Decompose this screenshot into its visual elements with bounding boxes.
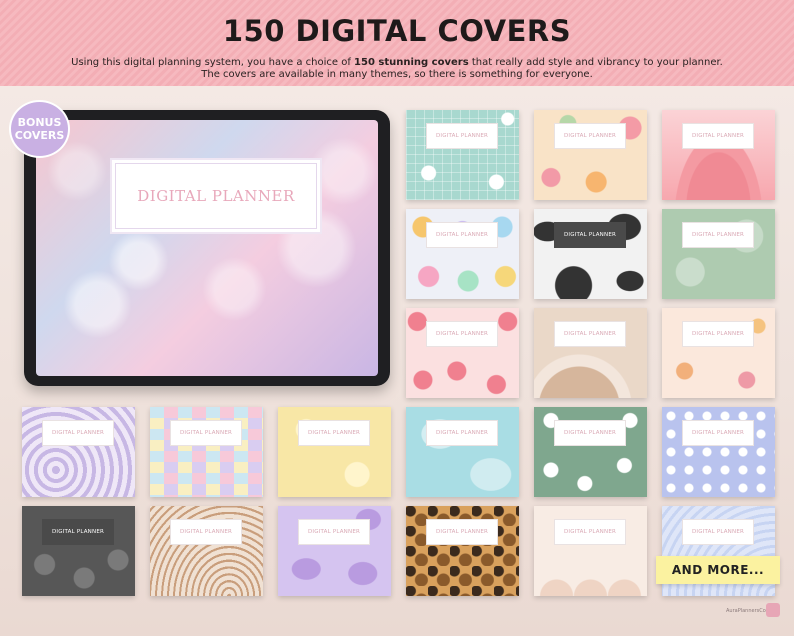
subtitle-line-1: Using this digital planning system, you … xyxy=(71,57,723,68)
cover-peach-floral: DIGITAL PLANNER xyxy=(534,110,647,200)
brand-logo-icon xyxy=(766,603,780,617)
tablet-cover-label: DIGITAL PLANNER xyxy=(110,158,322,234)
tablet-mockup: DIGITAL PLANNER xyxy=(24,110,390,386)
cover-leopard: DIGITAL PLANNER xyxy=(406,506,519,596)
cover-pastel-smileys: DIGITAL PLANNER xyxy=(406,209,519,299)
cover-beige-lines: DIGITAL PLANNER xyxy=(150,506,263,596)
cover-pink-hearts: DIGITAL PLANNER xyxy=(406,308,519,398)
cover-pastel-check: DIGITAL PLANNER xyxy=(150,407,263,497)
cover-blue-flower: DIGITAL PLANNER xyxy=(662,407,775,497)
cover-blush-arches: DIGITAL PLANNER xyxy=(534,506,647,596)
subtitle-line-2: The covers are available in many themes,… xyxy=(201,69,593,80)
cover-lilac-monstera: DIGITAL PLANNER xyxy=(278,506,391,596)
cover-grey-bears: DIGITAL PLANNER xyxy=(22,506,135,596)
cover-boho-leaf: DIGITAL PLANNER xyxy=(534,308,647,398)
cover-cow-print: DIGITAL PLANNER xyxy=(534,209,647,299)
and-more-banner: AND MORE... xyxy=(656,556,780,584)
brand-name: AuraPlannersCo xyxy=(726,608,766,614)
tablet-screen: DIGITAL PLANNER xyxy=(36,120,378,376)
cover-butterflies: DIGITAL PLANNER xyxy=(662,308,775,398)
cover-mint-daisy: DIGITAL PLANNER xyxy=(406,110,519,200)
cover-pink-waves: DIGITAL PLANNER xyxy=(662,110,775,200)
cover-aqua-water: DIGITAL PLANNER xyxy=(406,407,519,497)
bonus-covers-badge: BONUS COVERS xyxy=(9,100,70,158)
cover-green-daisy: DIGITAL PLANNER xyxy=(534,407,647,497)
page-title: 150 DIGITAL COVERS xyxy=(222,14,572,48)
cover-lilac-swirl: DIGITAL PLANNER xyxy=(22,407,135,497)
cover-sage-floral: DIGITAL PLANNER xyxy=(662,209,775,299)
cover-yellow-floral: DIGITAL PLANNER xyxy=(278,407,391,497)
header-banner: 150 DIGITAL COVERS Using this digital pl… xyxy=(0,0,794,86)
